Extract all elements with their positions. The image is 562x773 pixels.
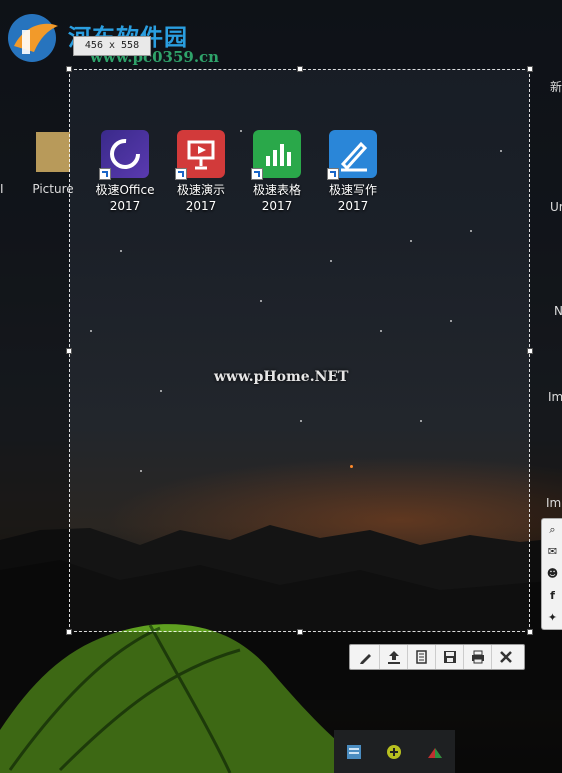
right-edge-text: Ur bbox=[550, 200, 562, 214]
resize-handle-se[interactable] bbox=[527, 629, 533, 635]
twitter-icon[interactable]: ✦ bbox=[542, 607, 562, 629]
plus-tray-icon[interactable] bbox=[386, 744, 402, 760]
taskbar-tray bbox=[334, 730, 455, 773]
resize-handle-s[interactable] bbox=[297, 629, 303, 635]
resize-handle-nw[interactable] bbox=[66, 66, 72, 72]
upload-button[interactable] bbox=[380, 645, 408, 669]
upload-icon bbox=[387, 651, 400, 664]
resize-handle-e[interactable] bbox=[527, 348, 533, 354]
right-edge-text: N bbox=[554, 304, 562, 318]
save-button[interactable] bbox=[436, 645, 464, 669]
print-button[interactable] bbox=[464, 645, 492, 669]
resize-handle-w[interactable] bbox=[66, 348, 72, 354]
right-edge-text: Im bbox=[546, 496, 562, 510]
left-edge-char: I bbox=[0, 182, 4, 196]
save-icon bbox=[443, 651, 456, 663]
selection-size-label: 456 x 558 bbox=[73, 36, 151, 56]
resize-handle-sw[interactable] bbox=[66, 629, 72, 635]
folder-icon bbox=[36, 132, 70, 172]
edit-button[interactable] bbox=[352, 645, 380, 669]
pencil-icon bbox=[359, 654, 371, 664]
close-icon bbox=[500, 651, 512, 663]
print-icon bbox=[471, 650, 484, 664]
logo-icon bbox=[8, 14, 58, 62]
copy-button[interactable] bbox=[408, 645, 436, 669]
app-tray-icon[interactable] bbox=[346, 744, 362, 760]
reddit-icon[interactable]: ☻ bbox=[542, 563, 562, 585]
mail-icon[interactable]: ✉ bbox=[542, 541, 562, 563]
chart-tray-icon[interactable] bbox=[427, 744, 443, 760]
facebook-icon[interactable]: f bbox=[542, 585, 562, 607]
right-edge-text: Im bbox=[548, 390, 562, 404]
capture-selection[interactable] bbox=[66, 66, 533, 635]
share-panel: ⌕ ✉ ☻ f ✦ bbox=[541, 518, 562, 630]
capture-toolbar bbox=[349, 644, 525, 670]
copy-icon bbox=[415, 650, 427, 664]
search-icon[interactable]: ⌕ bbox=[542, 519, 562, 541]
right-edge-text: 新 bbox=[550, 80, 562, 94]
close-button[interactable] bbox=[492, 645, 520, 669]
resize-handle-ne[interactable] bbox=[527, 66, 533, 72]
resize-handle-n[interactable] bbox=[297, 66, 303, 72]
